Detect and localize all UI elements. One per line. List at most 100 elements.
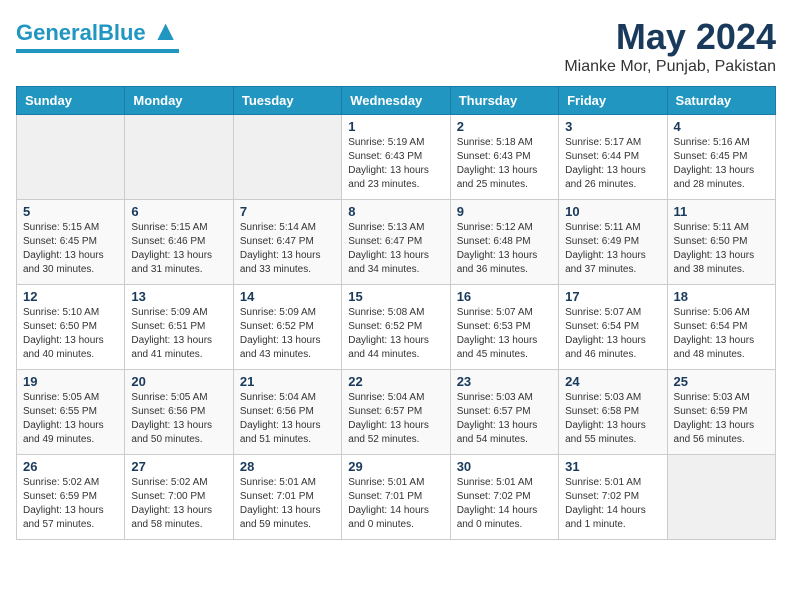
day-number: 11 <box>674 204 769 219</box>
day-cell: 17Sunrise: 5:07 AMSunset: 6:54 PMDayligh… <box>559 285 667 370</box>
day-info: Sunrise: 5:06 AMSunset: 6:54 PMDaylight:… <box>674 306 769 362</box>
day-cell: 3Sunrise: 5:17 AMSunset: 6:44 PMDaylight… <box>559 115 667 200</box>
day-cell: 6 Sunrise: 5:15 AMSunset: 6:46 PMDaylight… <box>125 200 233 285</box>
day-cell: 19 Sunrise: 5:05 AMSunset: 6:55 PMDayligh… <box>17 370 125 455</box>
week-row-5: 26Sunrise: 5:02 AMSunset: 6:59 PMDayligh… <box>17 455 776 540</box>
day-number: 19 <box>23 374 118 389</box>
day-cell: 26Sunrise: 5:02 AMSunset: 6:59 PMDayligh… <box>17 455 125 540</box>
day-cell: 12Sunrise: 5:10 AMSunset: 6:50 PMDayligh… <box>17 285 125 370</box>
col-header-monday: Monday <box>125 87 233 115</box>
day-info: Sunrise: 5:10 AMSunset: 6:50 PMDaylight:… <box>23 306 118 362</box>
day-cell: 29Sunrise: 5:01 AMSunset: 7:01 PMDayligh… <box>342 455 450 540</box>
day-cell: 9 Sunrise: 5:12 AMSunset: 6:48 PMDaylight… <box>450 200 558 285</box>
day-info: Sunrise: 5:04 AMSunset: 6:57 PMDaylight:… <box>348 391 443 447</box>
day-info: Sunrise: 5:14 AMSunset: 6:47 PMDaylight:… <box>240 221 335 277</box>
day-cell: 30 Sunrise: 5:01 AMSunset: 7:02 PMDayligh… <box>450 455 558 540</box>
day-info: Sunrise: 5:02 AMSunset: 7:00 PMDaylight:… <box>131 476 226 532</box>
day-cell: 2 Sunrise: 5:18 AMSunset: 6:43 PMDaylight… <box>450 115 558 200</box>
day-info: Sunrise: 5:16 AMSunset: 6:45 PMDaylight:… <box>674 136 769 192</box>
day-number: 16 <box>457 289 552 304</box>
day-cell: 18 Sunrise: 5:06 AMSunset: 6:54 PMDayligh… <box>667 285 775 370</box>
day-number: 14 <box>240 289 335 304</box>
day-number: 24 <box>565 374 660 389</box>
col-header-sunday: Sunday <box>17 87 125 115</box>
day-number: 20 <box>131 374 226 389</box>
title-area: May 2024 Mianke Mor, Punjab, Pakistan <box>564 16 776 76</box>
day-cell <box>17 115 125 200</box>
col-header-friday: Friday <box>559 87 667 115</box>
day-number: 21 <box>240 374 335 389</box>
day-info: Sunrise: 5:08 AMSunset: 6:52 PMDaylight:… <box>348 306 443 362</box>
day-cell: 28 Sunrise: 5:01 AMSunset: 7:01 PMDayligh… <box>233 455 341 540</box>
day-info: Sunrise: 5:12 AMSunset: 6:48 PMDaylight:… <box>457 221 552 277</box>
day-number: 25 <box>674 374 769 389</box>
day-info: Sunrise: 5:04 AMSunset: 6:56 PMDaylight:… <box>240 391 335 447</box>
day-number: 6 <box>131 204 226 219</box>
day-number: 23 <box>457 374 552 389</box>
day-info: Sunrise: 5:01 AMSunset: 7:02 PMDaylight:… <box>565 476 660 532</box>
day-info: Sunrise: 5:19 AMSunset: 6:43 PMDaylight:… <box>348 136 443 192</box>
page-header: GeneralBlue ▲ May 2024 Mianke Mor, Punja… <box>16 16 776 76</box>
day-info: Sunrise: 5:09 AMSunset: 6:52 PMDaylight:… <box>240 306 335 362</box>
day-number: 2 <box>457 119 552 134</box>
day-number: 15 <box>348 289 443 304</box>
day-info: Sunrise: 5:15 AMSunset: 6:46 PMDaylight:… <box>131 221 226 277</box>
week-row-3: 12Sunrise: 5:10 AMSunset: 6:50 PMDayligh… <box>17 285 776 370</box>
col-header-tuesday: Tuesday <box>233 87 341 115</box>
day-info: Sunrise: 5:18 AMSunset: 6:43 PMDaylight:… <box>457 136 552 192</box>
calendar-table: SundayMondayTuesdayWednesdayThursdayFrid… <box>16 86 776 540</box>
day-number: 8 <box>348 204 443 219</box>
day-number: 5 <box>23 204 118 219</box>
day-number: 27 <box>131 459 226 474</box>
day-info: Sunrise: 5:01 AMSunset: 7:02 PMDaylight:… <box>457 476 552 532</box>
day-cell: 11 Sunrise: 5:11 AMSunset: 6:50 PMDayligh… <box>667 200 775 285</box>
day-cell: 10 Sunrise: 5:11 AMSunset: 6:49 PMDayligh… <box>559 200 667 285</box>
day-info: Sunrise: 5:03 AMSunset: 6:58 PMDaylight:… <box>565 391 660 447</box>
day-info: Sunrise: 5:03 AMSunset: 6:57 PMDaylight:… <box>457 391 552 447</box>
day-info: Sunrise: 5:07 AMSunset: 6:54 PMDaylight:… <box>565 306 660 362</box>
day-info: Sunrise: 5:05 AMSunset: 6:56 PMDaylight:… <box>131 391 226 447</box>
location-subtitle: Mianke Mor, Punjab, Pakistan <box>564 58 776 76</box>
logo: GeneralBlue ▲ <box>16 16 179 53</box>
day-info: Sunrise: 5:07 AMSunset: 6:53 PMDaylight:… <box>457 306 552 362</box>
day-number: 18 <box>674 289 769 304</box>
week-row-2: 5 Sunrise: 5:15 AMSunset: 6:45 PMDaylight… <box>17 200 776 285</box>
day-cell: 5 Sunrise: 5:15 AMSunset: 6:45 PMDaylight… <box>17 200 125 285</box>
day-cell: 22Sunrise: 5:04 AMSunset: 6:57 PMDayligh… <box>342 370 450 455</box>
day-info: Sunrise: 5:01 AMSunset: 7:01 PMDaylight:… <box>240 476 335 532</box>
logo-general: General <box>16 20 98 45</box>
day-number: 3 <box>565 119 660 134</box>
logo-bird-icon: ▲ <box>152 15 180 46</box>
day-cell: 8Sunrise: 5:13 AMSunset: 6:47 PMDaylight… <box>342 200 450 285</box>
day-cell: 15 Sunrise: 5:08 AMSunset: 6:52 PMDayligh… <box>342 285 450 370</box>
logo-text: GeneralBlue ▲ <box>16 16 179 47</box>
day-cell: 14 Sunrise: 5:09 AMSunset: 6:52 PMDayligh… <box>233 285 341 370</box>
day-number: 9 <box>457 204 552 219</box>
day-cell: 31Sunrise: 5:01 AMSunset: 7:02 PMDayligh… <box>559 455 667 540</box>
col-header-thursday: Thursday <box>450 87 558 115</box>
day-cell: 25 Sunrise: 5:03 AMSunset: 6:59 PMDayligh… <box>667 370 775 455</box>
day-info: Sunrise: 5:15 AMSunset: 6:45 PMDaylight:… <box>23 221 118 277</box>
day-info: Sunrise: 5:03 AMSunset: 6:59 PMDaylight:… <box>674 391 769 447</box>
col-header-wednesday: Wednesday <box>342 87 450 115</box>
day-cell: 16 Sunrise: 5:07 AMSunset: 6:53 PMDayligh… <box>450 285 558 370</box>
day-cell <box>125 115 233 200</box>
day-info: Sunrise: 5:11 AMSunset: 6:50 PMDaylight:… <box>674 221 769 277</box>
header-row: SundayMondayTuesdayWednesdayThursdayFrid… <box>17 87 776 115</box>
day-info: Sunrise: 5:05 AMSunset: 6:55 PMDaylight:… <box>23 391 118 447</box>
logo-blue: Blue <box>98 20 146 45</box>
day-number: 10 <box>565 204 660 219</box>
day-cell: 21 Sunrise: 5:04 AMSunset: 6:56 PMDayligh… <box>233 370 341 455</box>
day-number: 28 <box>240 459 335 474</box>
day-info: Sunrise: 5:01 AMSunset: 7:01 PMDaylight:… <box>348 476 443 532</box>
month-title: May 2024 <box>564 16 776 58</box>
day-cell: 27 Sunrise: 5:02 AMSunset: 7:00 PMDayligh… <box>125 455 233 540</box>
day-number: 7 <box>240 204 335 219</box>
day-info: Sunrise: 5:11 AMSunset: 6:49 PMDaylight:… <box>565 221 660 277</box>
day-number: 30 <box>457 459 552 474</box>
day-number: 1 <box>348 119 443 134</box>
day-number: 13 <box>131 289 226 304</box>
week-row-4: 19 Sunrise: 5:05 AMSunset: 6:55 PMDayligh… <box>17 370 776 455</box>
day-cell: 20 Sunrise: 5:05 AMSunset: 6:56 PMDayligh… <box>125 370 233 455</box>
col-header-saturday: Saturday <box>667 87 775 115</box>
